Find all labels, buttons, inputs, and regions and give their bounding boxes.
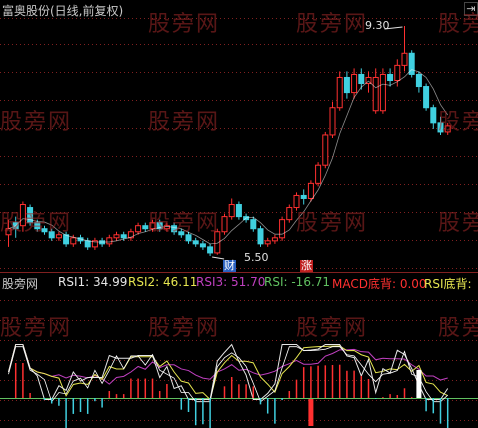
rsi2-value: RSI2: 46.11: [128, 275, 198, 289]
watermark: 股旁网: [0, 316, 73, 341]
watermark: 股旁网: [438, 211, 478, 236]
watermark: 股旁网: [438, 12, 478, 37]
high-price-label: 9.30: [365, 19, 390, 32]
candle-body: [307, 182, 314, 199]
candle-body: [250, 219, 257, 230]
candle-body: [113, 234, 120, 239]
watermark: 股旁网: [148, 110, 221, 135]
watermark: 股旁网: [438, 316, 478, 341]
watermark: 股旁网: [148, 12, 221, 37]
candle-body: [343, 76, 350, 94]
candle-body: [401, 52, 408, 66]
watermark: 股旁网: [148, 211, 221, 236]
candle-body: [387, 73, 394, 81]
chart-title: 富奥股份(日线,前复权): [2, 4, 124, 18]
watermark: 股旁网: [148, 316, 221, 341]
candle-body: [351, 73, 358, 94]
watermark: 股旁网: [296, 12, 369, 37]
candle-body: [207, 246, 214, 254]
rsi-value: RSI: -16.71: [264, 275, 331, 289]
candle-body: [358, 73, 365, 85]
candle-body: [336, 76, 343, 109]
rsi3-line: [8, 344, 448, 385]
candle-body: [257, 228, 264, 245]
low-arrow: [212, 256, 225, 260]
earnings-marker[interactable]: 财: [223, 260, 236, 272]
limit-up-marker[interactable]: 涨: [300, 260, 313, 272]
watermark: 股旁网: [0, 110, 73, 135]
candle-body: [106, 237, 113, 245]
candle-body: [192, 240, 199, 245]
candle-body: [415, 73, 422, 88]
indicator-name[interactable]: 股旁网: [2, 275, 38, 292]
rsi3-value: RSI3: 51.70: [196, 275, 266, 289]
candle-body: [228, 204, 235, 218]
signal-bar: [416, 370, 422, 398]
candle-body: [279, 219, 286, 239]
candle-body: [379, 73, 386, 112]
candle-body: [271, 237, 278, 242]
watermark: 股旁网: [0, 211, 73, 236]
candle-body: [315, 164, 322, 184]
rsi1-line: [8, 343, 449, 400]
watermark: 股旁网: [438, 110, 478, 135]
low-price-label: 5.50: [244, 251, 269, 264]
candle-body: [300, 194, 307, 199]
watermark: 股旁网: [296, 316, 369, 341]
candle-body: [235, 204, 242, 218]
candle-body: [120, 234, 127, 239]
candle-body: [84, 240, 91, 248]
candle-body: [221, 216, 228, 233]
rsi1-value: RSI1: 34.99: [58, 275, 128, 289]
candle-body: [394, 64, 401, 81]
candle-body: [286, 207, 293, 221]
candle-body: [70, 237, 77, 245]
candle-body: [322, 134, 329, 166]
stock-chart-window: 富奥股份(日线,前复权) ⇥ 股旁网 股旁网 股旁网 股旁网 股旁网 股旁网 股…: [0, 0, 478, 428]
candle-body: [329, 107, 336, 136]
candle-body: [135, 225, 142, 233]
signal-bar: [308, 399, 314, 426]
candle-body: [372, 76, 379, 112]
rsi-line: [8, 346, 448, 403]
macd-bottom-divergence-value: MACD底背: 0.00: [332, 277, 427, 291]
candle-body: [264, 240, 271, 245]
watermark: 股旁网: [296, 211, 369, 236]
candle-body: [199, 243, 206, 248]
indicator-header: 股旁网 RSI1: 34.99 RSI2: 46.11 RSI3: 51.70 …: [0, 274, 478, 292]
rsi-bottom-divergence-value: RSI底背:: [424, 277, 472, 291]
candle-body: [430, 107, 437, 124]
candle-body: [423, 86, 430, 109]
